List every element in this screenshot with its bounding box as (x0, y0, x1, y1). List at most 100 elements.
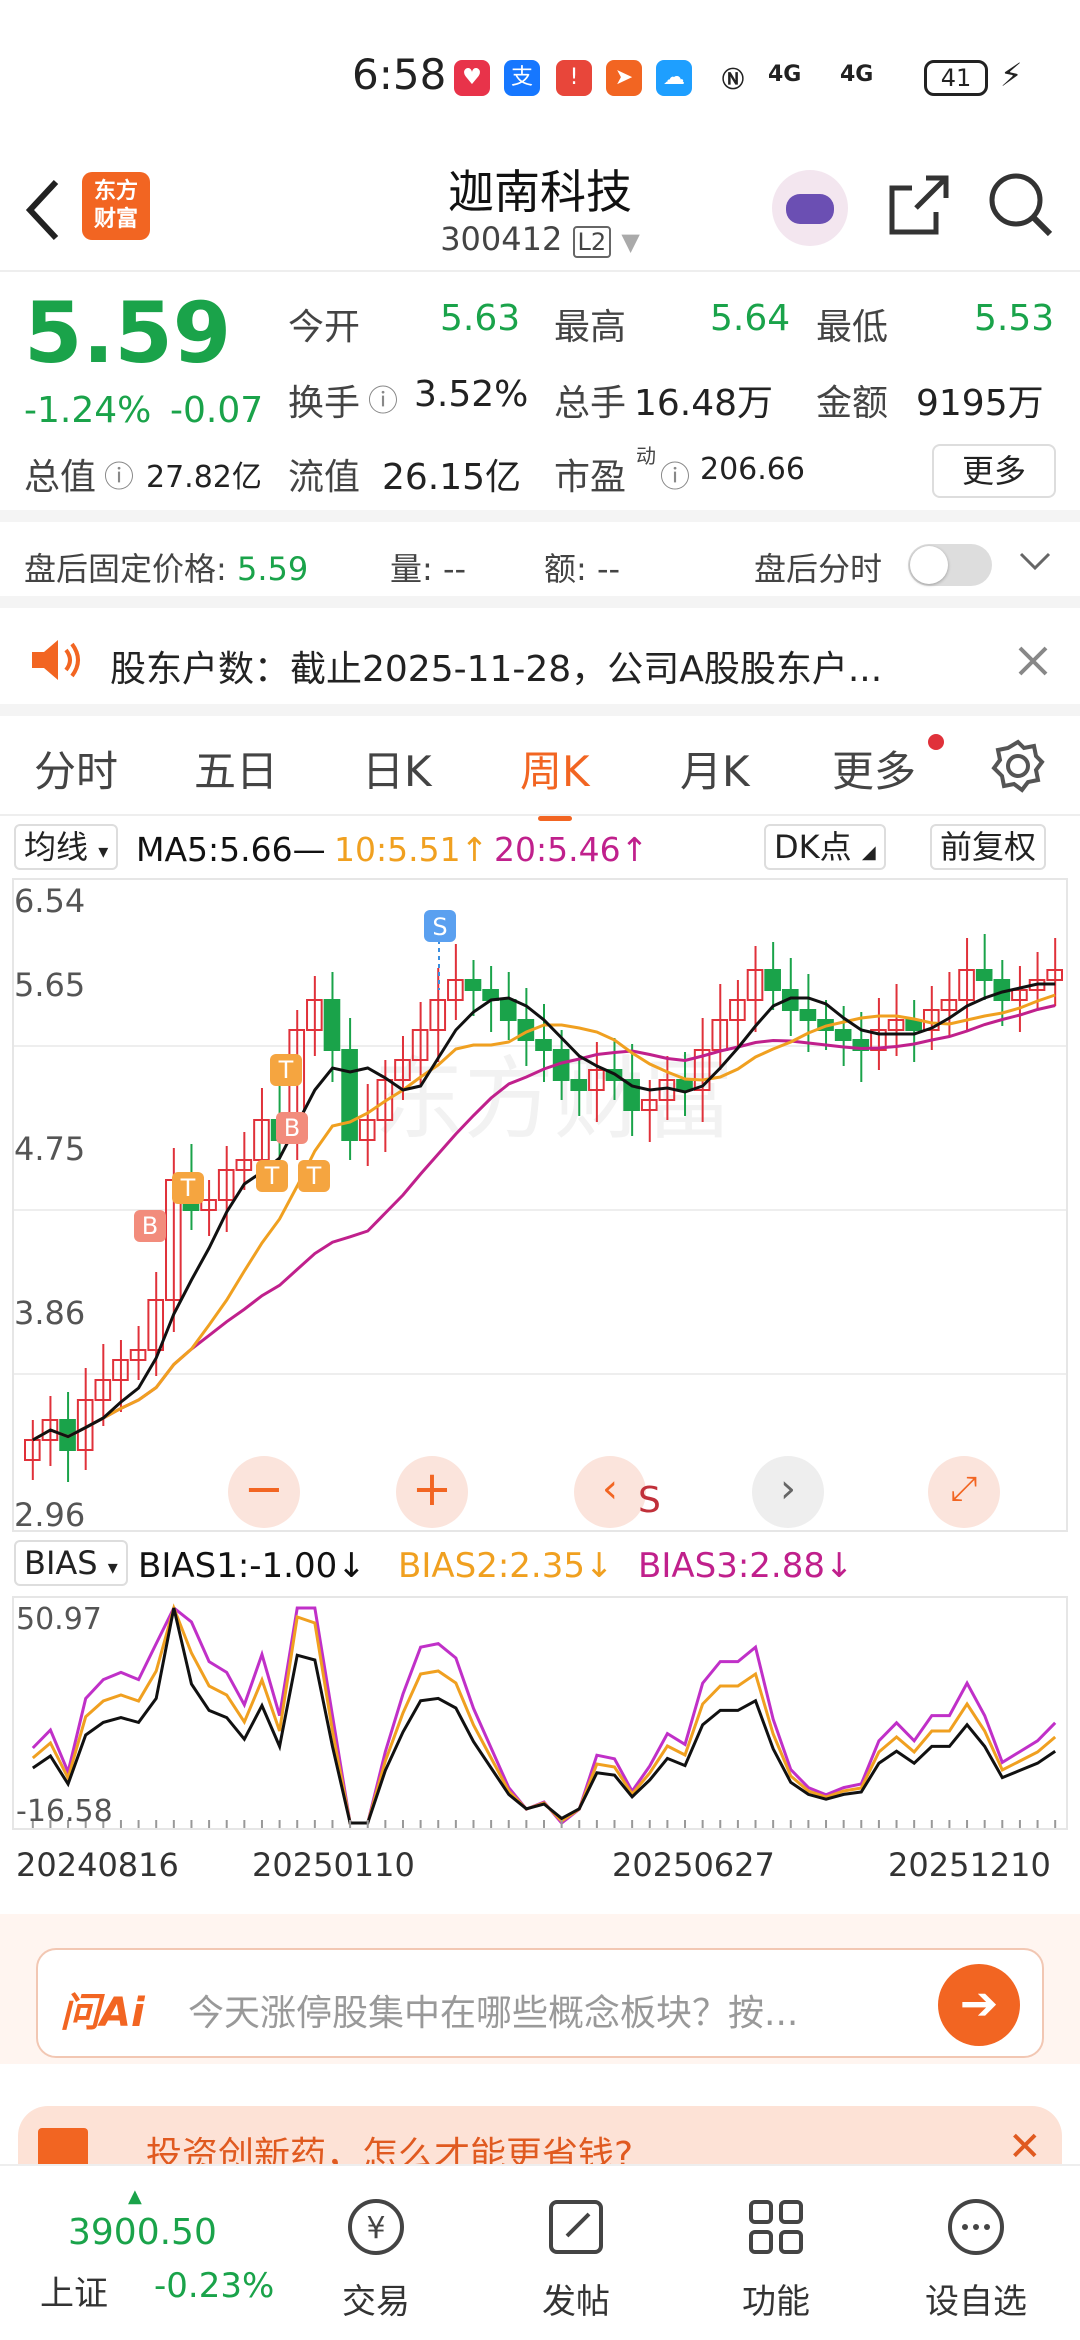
high-label: 最高 (554, 307, 627, 348)
svg-text:S: S (432, 913, 447, 941)
pe-value: 206.66 (700, 452, 805, 487)
megaphone-icon (38, 2128, 88, 2168)
tab-daily-k[interactable]: 日K (362, 738, 432, 799)
candle (464, 979, 482, 991)
ai-search-bar[interactable]: 问Ai 今天涨停股集中在哪些概念板块？按... ➔ (36, 1948, 1044, 2058)
bias-svg (31, 1603, 1057, 1828)
y-axis-label: 6.54 (14, 882, 86, 920)
index-ticker[interactable]: ▲ 3900.50 上证 -0.23% (28, 2186, 274, 2326)
ai-search-section: 问Ai 今天涨停股集中在哪些概念板块？按... ➔ (0, 1914, 1080, 2064)
y-axis-label: 4.75 (14, 1130, 86, 1168)
low-label: 最低 (816, 307, 889, 348)
y-axis-label: 2.96 (14, 1496, 86, 1534)
tab-weekly-k[interactable]: 周K (520, 738, 590, 821)
candle (323, 999, 341, 1051)
add-watchlist-button[interactable]: 设自选 (906, 2196, 1046, 2323)
status-bar: 6:58 ♥ 支 ! ➤ ☁ Ⓝ 4G 4G 41 ⚡ (0, 0, 1080, 150)
dk-point-button[interactable]: DK点 ◢ (764, 824, 886, 870)
bias-selector[interactable]: BIAS ▾ (14, 1540, 128, 1586)
date-label: 20251210 (888, 1846, 1051, 1884)
close-icon[interactable] (1016, 644, 1050, 678)
mktcap-value: 27.82亿 (146, 460, 262, 495)
huawei-icon: ♥ (454, 60, 490, 96)
ai-brand-label: 问Ai (60, 1990, 145, 2036)
adjust-mode-button[interactable]: 前复权 (930, 824, 1047, 870)
edit-icon (549, 2200, 603, 2254)
yen-icon: ¥ (348, 2199, 404, 2255)
zoom-in-button[interactable]: + (396, 1456, 468, 1528)
arrow-right-icon[interactable]: ➔ (938, 1964, 1020, 2046)
t-marker: T (270, 1054, 302, 1086)
trade-button[interactable]: ¥ 交易 (306, 2196, 446, 2323)
notification-dot (928, 734, 944, 750)
after-hours-toggle[interactable] (908, 544, 992, 586)
info-icon[interactable]: ⓘ (660, 452, 690, 496)
post-button[interactable]: 发帖 (506, 2196, 646, 2323)
ma10-value: 10:5.51↑ (334, 830, 489, 869)
index-percent: -0.23% (154, 2266, 275, 2306)
bias1-value: BIAS1:-1.00↓ (138, 1546, 366, 1586)
info-icon[interactable]: ⓘ (104, 452, 134, 496)
robot-assistant-icon[interactable] (772, 170, 848, 246)
kline-chart[interactable]: 东方财富 S B B T T T T 6.54 5.65 4.75 3.86 2… (12, 878, 1068, 1534)
svg-text:B: B (142, 1212, 158, 1240)
scroll-left-button[interactable]: ‹ (574, 1456, 646, 1528)
tab-more[interactable]: 更多 (832, 738, 916, 799)
bias-chart[interactable]: 50.97 -16.58 (12, 1596, 1068, 1830)
date-axis: 20240816 20250110 20250627 20251210 (0, 1846, 1080, 1886)
ai-search-placeholder: 今天涨停股集中在哪些概念板块？按... (188, 1993, 799, 2034)
after-hours-price-label: 盘后固定价格: 5.59 (24, 550, 309, 588)
ma-legend: 均线 ▾ MA5:5.66— 10:5.51↑ 20:5.46↑ DK点 ◢ 前… (0, 816, 1080, 878)
after-hours-bar: 盘后固定价格: 5.59 量: -- 额: -- 盘后分时 (0, 522, 1080, 608)
tab-5day[interactable]: 五日 (194, 738, 278, 799)
index-value: 3900.50 (68, 2212, 217, 2253)
t-marker: T (256, 1160, 288, 1192)
tab-monthly-k[interactable]: 月K (680, 738, 750, 799)
pe-dynamic-label: 动 (636, 444, 656, 468)
s-signal-label: S (638, 1480, 661, 1521)
float-value: 26.15亿 (382, 457, 522, 498)
svg-text:T: T (278, 1056, 294, 1084)
more-button[interactable]: 更多 (932, 444, 1056, 498)
bias3-value: BIAS3:2.88↓ (638, 1546, 854, 1586)
charging-icon: ⚡ (1000, 56, 1023, 94)
change-percent: -1.24% (24, 390, 152, 431)
bias-legend: BIAS ▾ BIAS1:-1.00↓ BIAS2:2.35↓ BIAS3:2.… (0, 1532, 1080, 1596)
svg-text:¥: ¥ (366, 2211, 385, 2246)
t-marker: T (172, 1172, 204, 1204)
bias2-value: BIAS2:2.35↓ (398, 1546, 614, 1586)
share-icon[interactable] (886, 172, 952, 238)
scroll-right-button[interactable]: › (752, 1456, 824, 1528)
open-label: 今开 (288, 307, 361, 348)
b-marker: B (134, 1210, 166, 1242)
notice-text: 股东户数：截止2025-11-28，公司A股股东户... (110, 649, 883, 690)
indicator-selector[interactable]: 均线 ▾ (14, 824, 119, 870)
notice-bar[interactable]: 股东户数：截止2025-11-28，公司A股股东户... (0, 608, 1080, 716)
current-price: 5.59 (24, 284, 232, 382)
bias-y-max: 50.97 (16, 1602, 102, 1637)
functions-button[interactable]: 功能 (706, 2196, 846, 2323)
kline-svg: 东方财富 S B B T T T T (14, 910, 1066, 1482)
info-icon[interactable]: ⓘ (368, 376, 398, 420)
cloud-icon: ☁ (656, 60, 692, 96)
tab-intraday[interactable]: 分时 (34, 738, 118, 799)
zoom-out-button[interactable]: − (228, 1456, 300, 1528)
svg-text:T: T (180, 1174, 196, 1202)
send-icon: ➤ (606, 60, 642, 96)
date-label: 20250110 (252, 1846, 415, 1884)
t-marker: T (298, 1160, 330, 1192)
grid-icon (749, 2200, 803, 2254)
expand-icon[interactable]: ⤢ (928, 1456, 1000, 1528)
date-label: 20240816 (16, 1846, 179, 1884)
date-label: 20250627 (612, 1846, 775, 1884)
signal-icon: 4G (768, 62, 802, 87)
pe-label: 市盈 (554, 457, 627, 498)
gear-icon[interactable] (990, 738, 1046, 794)
search-icon[interactable] (986, 170, 1056, 240)
quote-panel: 5.59 -1.24% -0.07 今开 5.63 最高 5.64 最低 5.5… (0, 272, 1080, 522)
status-time: 6:58 (352, 50, 447, 99)
y-axis-label: 3.86 (14, 1294, 86, 1332)
chevron-down-icon[interactable] (1018, 550, 1052, 574)
more-dots-icon (948, 2199, 1004, 2255)
app-icon: ! (556, 60, 592, 96)
